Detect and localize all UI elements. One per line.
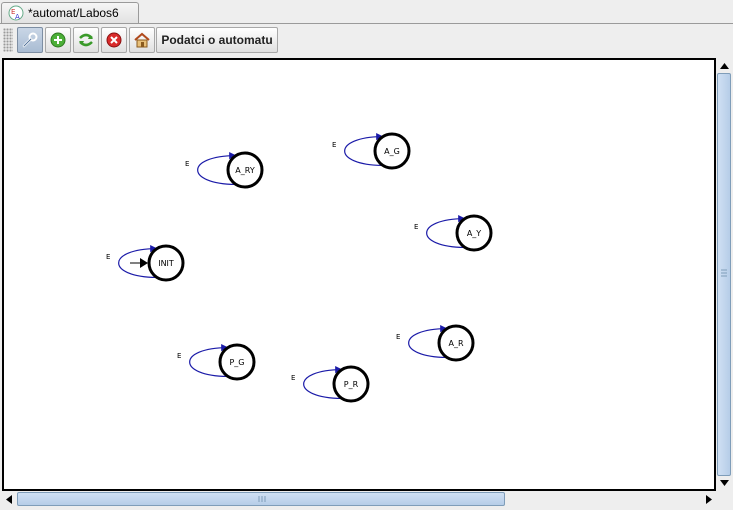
home-icon (134, 32, 150, 48)
plus-circle-icon (50, 32, 66, 48)
state-p_g[interactable]: E P_G (177, 343, 256, 381)
horizontal-scrollbar[interactable] (2, 491, 716, 508)
automaton-info-button[interactable]: Podatci o automatu (156, 27, 278, 53)
grip-lines-icon (721, 269, 727, 277)
state-label: A_Y (467, 229, 481, 238)
vertical-scroll-thumb[interactable] (717, 73, 731, 476)
edge-label: E (177, 352, 181, 360)
edge-label: E (332, 141, 336, 149)
state-p_r[interactable]: E P_R (291, 365, 370, 403)
edge-label: E (414, 223, 418, 231)
toolbar-grip[interactable] (3, 28, 13, 52)
grip-lines-icon (258, 496, 266, 502)
automaton-diagram[interactable]: E INIT E A_RY E A_G E A_Y E A_R E P_G E P_R (4, 60, 714, 489)
state-label: INIT (158, 259, 174, 268)
tab-divider (0, 23, 733, 24)
initial-arrow-head (140, 258, 148, 268)
scroll-up-arrow[interactable] (716, 59, 733, 73)
scroll-left-arrow[interactable] (2, 491, 16, 508)
state-a_y[interactable]: E A_Y (414, 214, 493, 252)
state-label: A_RY (235, 166, 255, 175)
state-label: P_R (344, 380, 359, 389)
edge-label: E (291, 374, 295, 382)
triangle-right-icon (706, 495, 712, 504)
triangle-down-icon (720, 480, 729, 486)
triangle-left-icon (6, 495, 12, 504)
add-state-button[interactable] (45, 27, 71, 53)
state-label: A_G (384, 147, 400, 156)
svg-text:A: A (15, 13, 20, 21)
tab-title: *automat/Labos6 (28, 6, 119, 20)
horizontal-scroll-thumb[interactable] (17, 492, 505, 506)
automaton-icon: E A (8, 5, 24, 21)
wrench-icon (22, 32, 38, 48)
delete-button[interactable] (101, 27, 127, 53)
automaton-canvas[interactable]: E INIT E A_RY E A_G E A_Y E A_R E P_G E P_R (2, 58, 716, 491)
scroll-corner (716, 491, 733, 508)
toolbar: Podatci o automatu (0, 25, 733, 55)
edge-label: E (106, 253, 110, 261)
document-tab[interactable]: E A *automat/Labos6 (1, 2, 139, 23)
state-label: A_R (448, 339, 463, 348)
scroll-right-arrow[interactable] (702, 491, 716, 508)
home-button[interactable] (129, 27, 155, 53)
state-a_ry[interactable]: E A_RY (185, 151, 264, 189)
edit-tool-button[interactable] (17, 27, 43, 53)
scroll-down-arrow[interactable] (716, 476, 733, 490)
delete-x-icon (106, 32, 122, 48)
edge-label: E (185, 160, 189, 168)
state-init[interactable]: E INIT (106, 244, 185, 282)
triangle-up-icon (720, 63, 729, 69)
state-a_r[interactable]: E A_R (396, 324, 475, 362)
state-label: P_G (229, 358, 244, 367)
tab-bar: E A *automat/Labos6 (0, 0, 733, 24)
refresh-button[interactable] (73, 27, 99, 53)
refresh-arrows-icon (79, 33, 93, 47)
vertical-scrollbar[interactable] (716, 58, 733, 491)
state-a_g[interactable]: E A_G (332, 132, 411, 170)
edge-label: E (396, 333, 400, 341)
